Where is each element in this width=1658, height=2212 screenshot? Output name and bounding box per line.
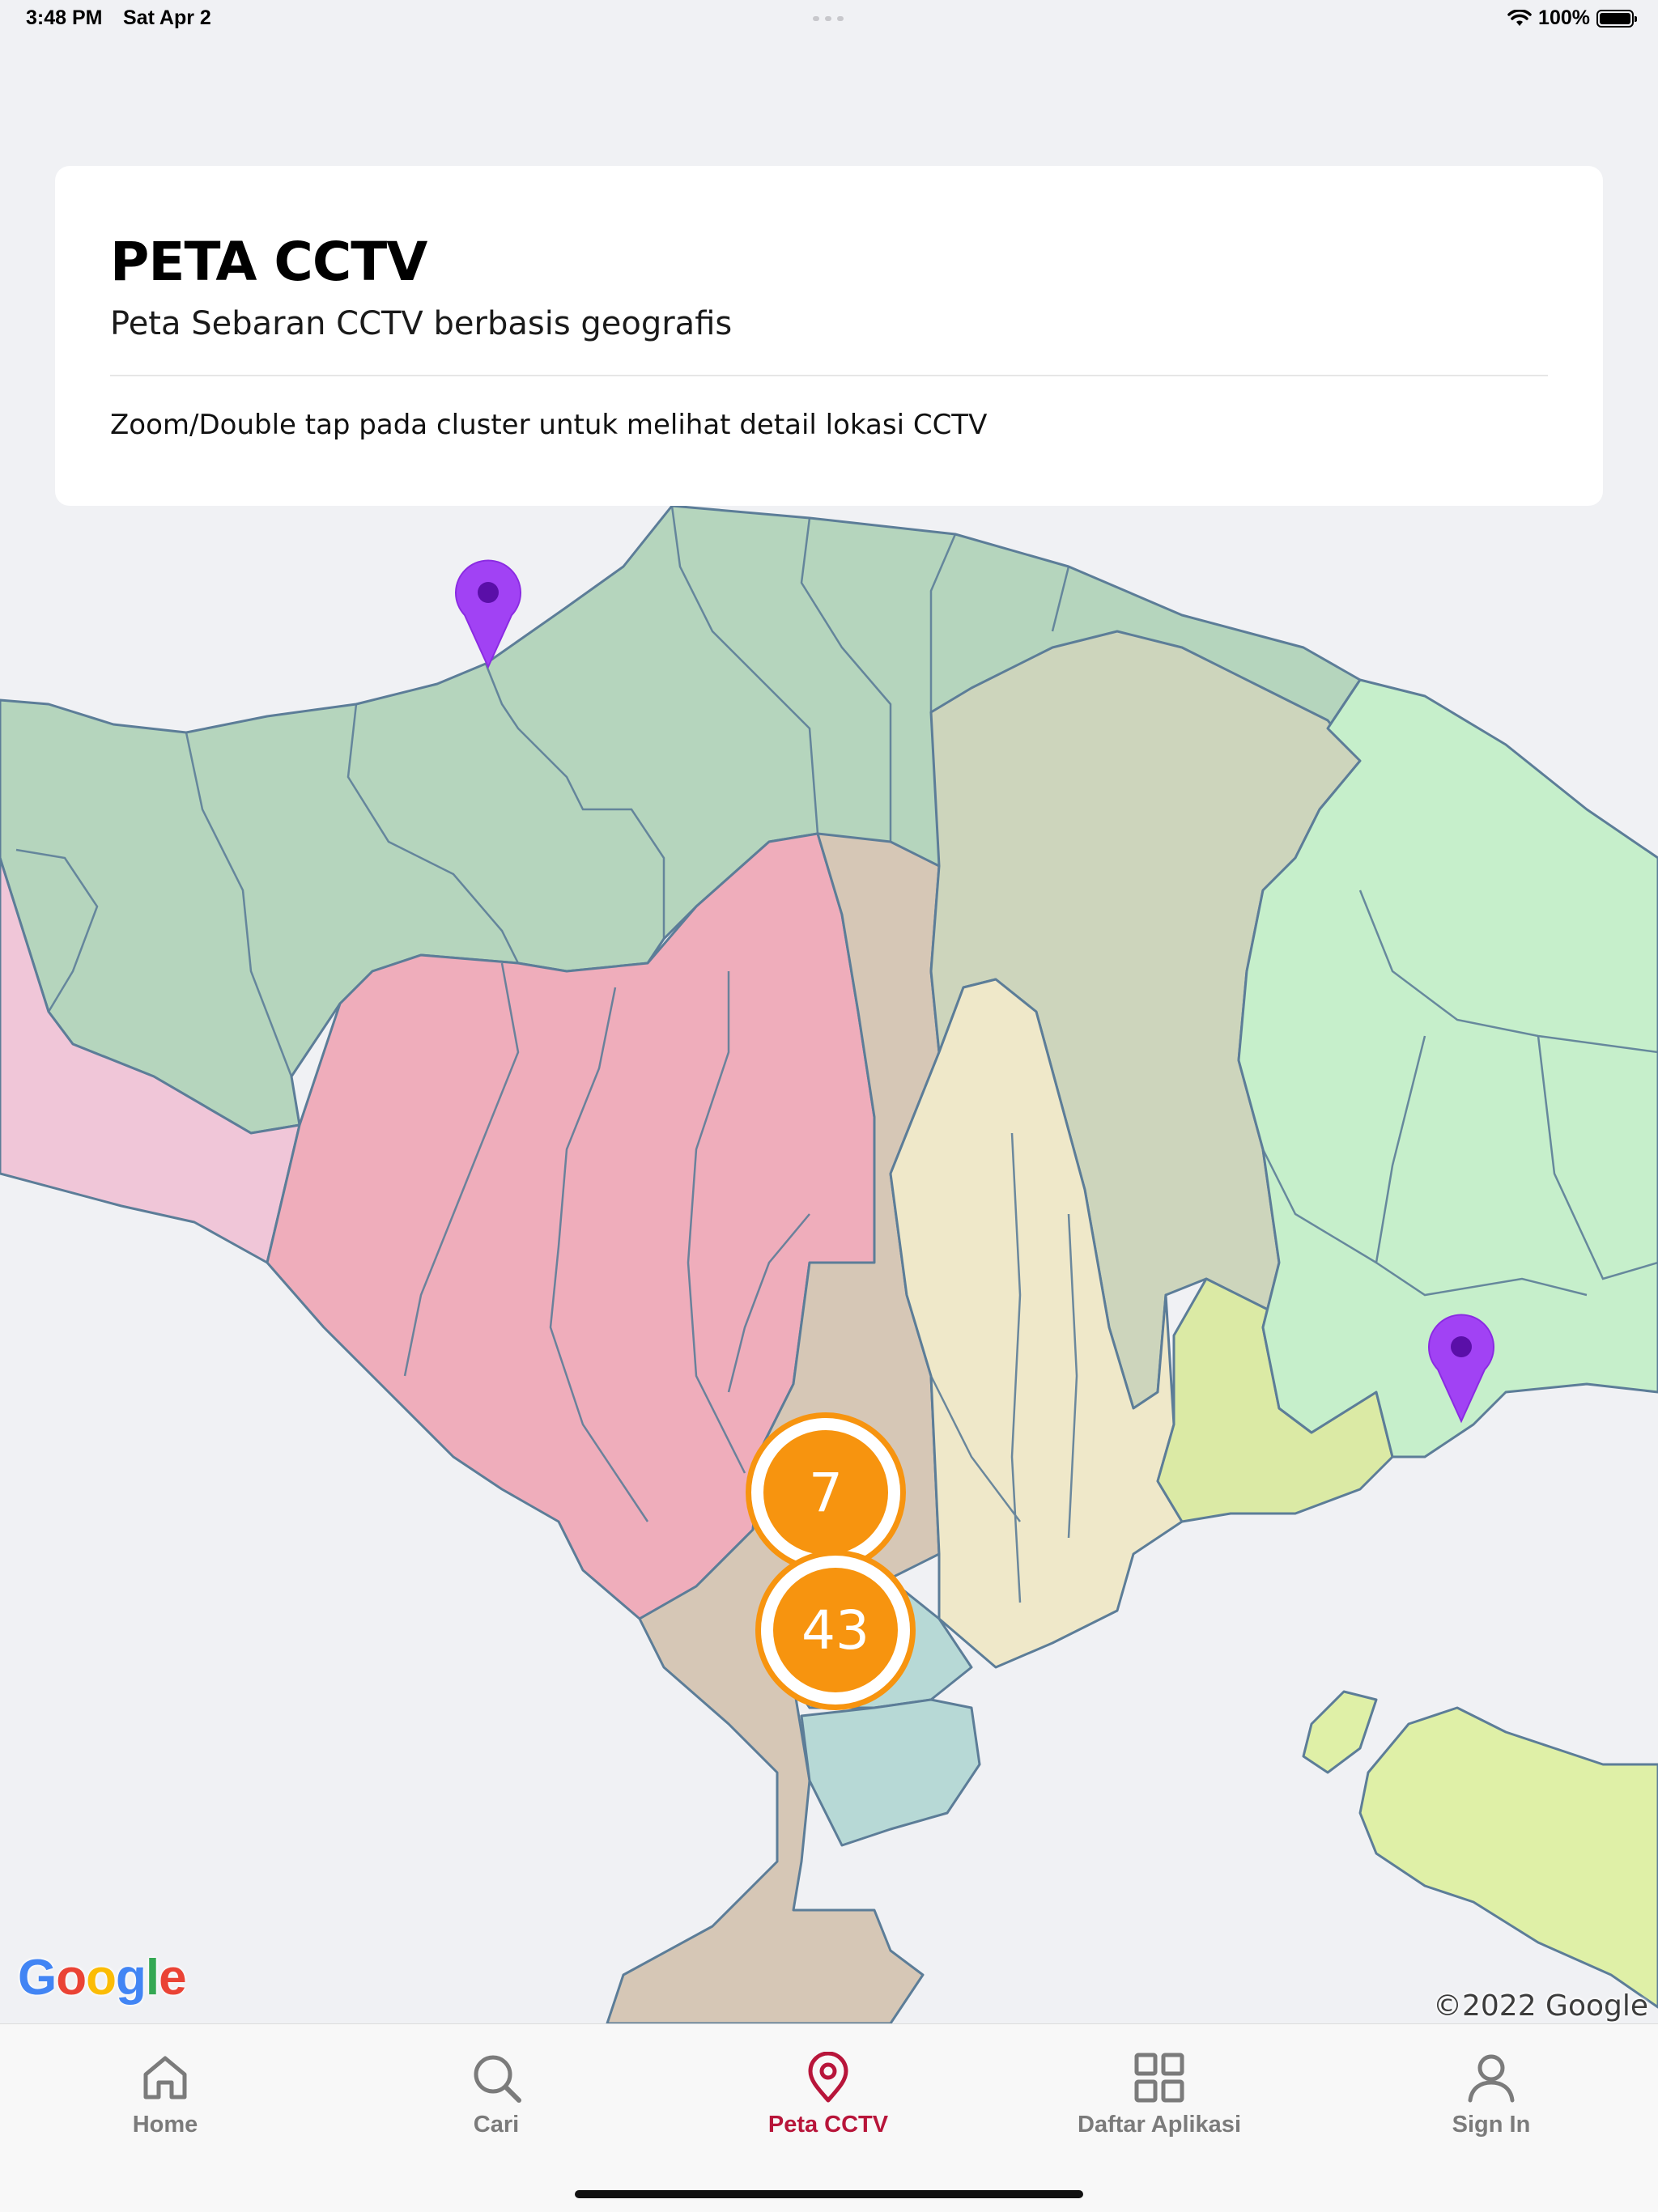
tab-sign-in[interactable]: Sign In	[1370, 2024, 1613, 2170]
battery-icon	[1596, 9, 1637, 28]
google-logo[interactable]: Google	[18, 1949, 187, 2006]
map-pin-icon	[808, 2052, 848, 2103]
cluster-marker[interactable]: 7	[746, 1412, 906, 1573]
cluster-count: 43	[801, 1598, 869, 1662]
search-icon	[474, 2055, 521, 2103]
cluster-count: 7	[809, 1461, 843, 1524]
tab-label: Sign In	[1452, 2112, 1531, 2138]
multitasking-dots-icon[interactable]	[813, 16, 848, 21]
card-divider	[110, 375, 1548, 376]
status-date: Sat Apr 2	[123, 6, 211, 29]
tab-label: Cari	[473, 2112, 520, 2138]
location-pin-icon[interactable]	[453, 557, 523, 670]
wifi-icon	[1507, 9, 1532, 26]
tab-label: Peta CCTV	[767, 2112, 889, 2138]
tab-home[interactable]: Home	[44, 2024, 287, 2170]
tab-search[interactable]: Cari	[375, 2024, 618, 2170]
tab-daftar-aplikasi[interactable]: Daftar Aplikasi	[1038, 2024, 1281, 2170]
tab-bar: Home Cari Peta CCTV Daftar Aplikasi Sign…	[0, 2023, 1658, 2212]
status-bar: 3:48 PM Sat Apr 2 100%	[0, 0, 1658, 39]
status-time: 3:48 PM	[26, 6, 103, 29]
map-hint-text: Zoom/Double tap pada cluster untuk melih…	[110, 409, 988, 441]
tab-peta-cctv[interactable]: Peta CCTV	[707, 2024, 950, 2170]
location-pin-icon[interactable]	[1426, 1311, 1496, 1424]
home-icon	[143, 2056, 187, 2099]
map-copyright: ©2022 Google	[1432, 1989, 1648, 2023]
tab-label: Home	[132, 2112, 198, 2138]
info-card: PETA CCTV Peta Sebaran CCTV berbasis geo…	[55, 166, 1603, 506]
page-subtitle: Peta Sebaran CCTV berbasis geografis	[110, 305, 733, 342]
grid-icon	[1134, 2053, 1184, 2103]
tab-label: Daftar Aplikasi	[1078, 2112, 1241, 2138]
status-right: 100%	[1507, 6, 1637, 30]
home-indicator[interactable]	[575, 2190, 1083, 2198]
cluster-marker[interactable]: 43	[755, 1550, 916, 1710]
page-title: PETA CCTV	[110, 231, 427, 293]
user-icon	[1468, 2054, 1515, 2103]
battery-percent: 100%	[1538, 6, 1590, 29]
